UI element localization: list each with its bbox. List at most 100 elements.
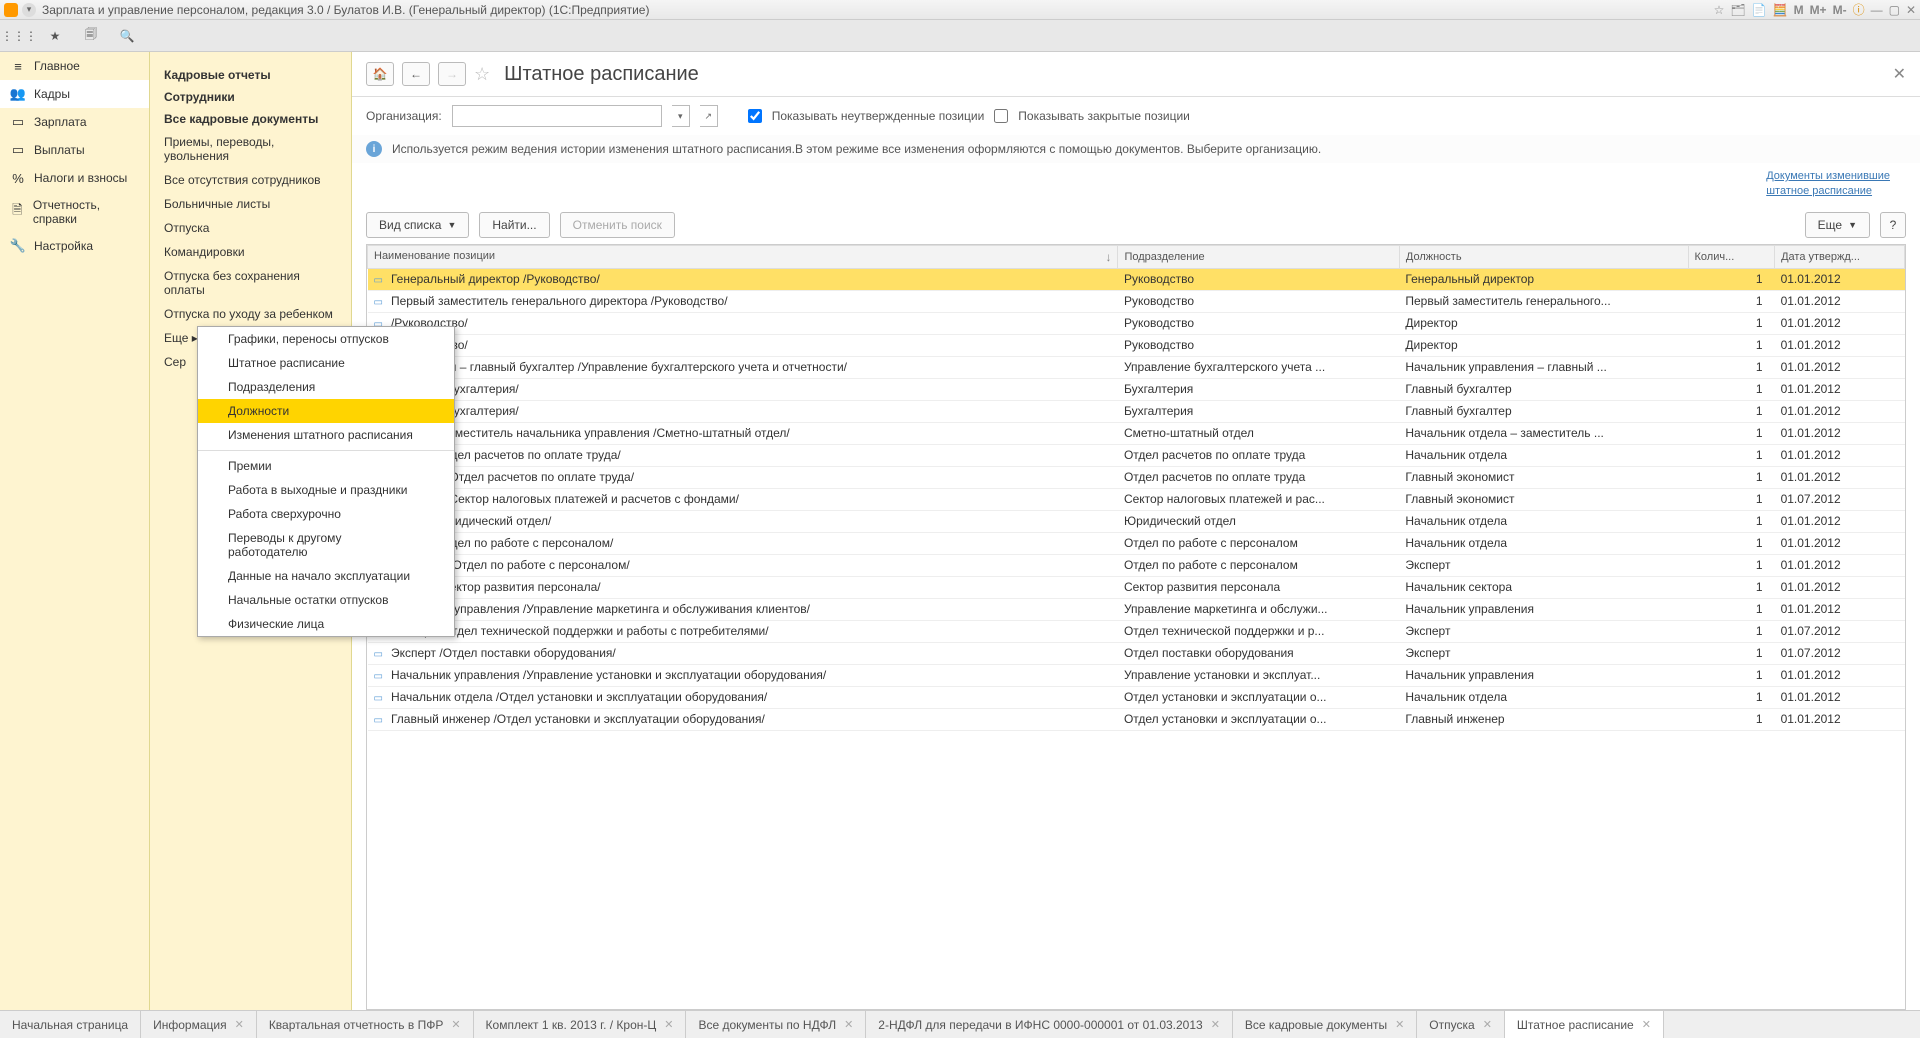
table-row[interactable]: ▭/Руководство/РуководствоДиректор101.01.… [368, 334, 1905, 356]
info-icon[interactable]: ⓘ [1853, 1, 1865, 18]
nav-item[interactable]: ≡Главное [0, 52, 149, 80]
menu-item[interactable]: Премии [198, 454, 454, 478]
menu-item[interactable]: Физические лица [198, 612, 454, 636]
tab[interactable]: Информация✕ [141, 1011, 257, 1038]
subnav-header[interactable]: Кадровые отчеты [150, 64, 351, 86]
tab[interactable]: Начальная страница [0, 1011, 141, 1038]
table-row[interactable]: ▭Главный инженер /Отдел установки и эксп… [368, 708, 1905, 730]
subnav-link[interactable]: Отпуска по уходу за ребенком [150, 302, 351, 326]
table-row[interactable]: ▭кономист /Отдел расчетов по оплате труд… [368, 466, 1905, 488]
column-header[interactable]: Колич... [1688, 245, 1775, 268]
maximize-icon[interactable]: ▢ [1889, 3, 1900, 17]
tab-close-icon[interactable]: ✕ [1642, 1018, 1651, 1031]
menu-item[interactable]: Начальные остатки отпусков [198, 588, 454, 612]
tab[interactable]: Все кадровые документы✕ [1233, 1011, 1417, 1038]
view-mode-button[interactable]: Вид списка▼ [366, 212, 469, 238]
data-grid[interactable]: Наименование позиции ↓ПодразделениеДолжн… [366, 244, 1906, 1010]
tab-close-icon[interactable]: ✕ [1483, 1018, 1492, 1031]
subnav-header[interactable]: Все кадровые документы [150, 108, 351, 130]
nav-item[interactable]: ▭Выплаты [0, 136, 149, 164]
table-row[interactable]: ▭ухгалтер /Бухгалтерия/БухгалтерияГлавны… [368, 378, 1905, 400]
subnav-link[interactable]: Больничные листы [150, 192, 351, 216]
cancel-search-button[interactable]: Отменить поиск [560, 212, 675, 238]
m-icon[interactable]: M [1794, 3, 1804, 17]
table-row[interactable]: ▭сектора /Сектор развития персонала/Сект… [368, 576, 1905, 598]
page-close-icon[interactable]: ✕ [1893, 64, 1906, 84]
subnav-link[interactable]: Все отсутствия сотрудников [150, 168, 351, 192]
table-row[interactable]: ▭отдела /Отдел по работе с персоналом/От… [368, 532, 1905, 554]
star-icon[interactable]: ★ [46, 27, 64, 45]
org-open-icon[interactable]: ↗ [700, 105, 718, 127]
find-button[interactable]: Найти... [479, 212, 549, 238]
m-minus-icon[interactable]: M- [1833, 3, 1847, 17]
column-header[interactable]: Наименование позиции ↓ [368, 245, 1118, 268]
tab[interactable]: Комплект 1 кв. 2013 г. / Крон-Ц✕ [474, 1011, 687, 1038]
titlebar-icon[interactable]: ☆ [1714, 3, 1725, 17]
menu-item[interactable]: Подразделения [198, 375, 454, 399]
table-row[interactable]: ▭Эксперт /Отдел технической поддержки и … [368, 620, 1905, 642]
table-row[interactable]: ▭Генеральный директор /Руководство/Руков… [368, 268, 1905, 290]
subnav-link[interactable]: Приемы, переводы, увольнения [150, 130, 351, 168]
menu-item[interactable]: Должности [198, 399, 454, 423]
tab-close-icon[interactable]: ✕ [1211, 1018, 1220, 1031]
menu-item[interactable]: Графики, переносы отпусков [198, 327, 454, 351]
back-button[interactable]: ← [402, 62, 430, 86]
table-row[interactable]: ▭управления – главный бухгалтер /Управле… [368, 356, 1905, 378]
table-row[interactable]: ▭ухгалтер /Бухгалтерия/БухгалтерияГлавны… [368, 400, 1905, 422]
forward-button[interactable]: → [438, 62, 466, 86]
documents-link[interactable]: Документы изменившие штатное расписание [1766, 169, 1890, 200]
tab-close-icon[interactable]: ✕ [451, 1018, 460, 1031]
column-header[interactable]: Подразделение [1118, 245, 1399, 268]
table-row[interactable]: ▭отдела /Юридический отдел/Юридический о… [368, 510, 1905, 532]
table-row[interactable]: ▭Эксперт /Отдел поставки оборудования/От… [368, 642, 1905, 664]
nav-item[interactable]: ▭Зарплата [0, 108, 149, 136]
org-dropdown-icon[interactable]: ▾ [672, 105, 690, 127]
table-row[interactable]: ▭Начальник управления /Управление маркет… [368, 598, 1905, 620]
help-button[interactable]: ? [1880, 212, 1906, 238]
subnav-link[interactable]: Отпуска [150, 216, 351, 240]
menu-item[interactable]: Переводы к другому работодателю [198, 526, 454, 564]
nav-item[interactable]: 👥Кадры [0, 80, 149, 108]
favorite-icon[interactable]: ☆ [474, 64, 490, 85]
nav-item[interactable]: 🗎Отчетность, справки [0, 192, 149, 232]
menu-icon[interactable]: ⋮⋮⋮ [10, 27, 28, 45]
tab-close-icon[interactable]: ✕ [664, 1018, 673, 1031]
menu-item[interactable]: Работа сверхурочно [198, 502, 454, 526]
tab[interactable]: Штатное расписание✕ [1505, 1011, 1664, 1038]
tab-close-icon[interactable]: ✕ [1395, 1018, 1404, 1031]
nav-item[interactable]: %Налоги и взносы [0, 164, 149, 192]
table-row[interactable]: ▭кономист /Сектор налоговых платежей и р… [368, 488, 1905, 510]
table-row[interactable]: ▭отдела – заместитель начальника управле… [368, 422, 1905, 444]
subnav-header[interactable]: Сотрудники [150, 86, 351, 108]
table-row[interactable]: ▭Первый заместитель генерального директо… [368, 290, 1905, 312]
home-button[interactable]: 🏠 [366, 62, 394, 86]
menu-item[interactable]: Данные на начало эксплуатации [198, 564, 454, 588]
tab-close-icon[interactable]: ✕ [844, 1018, 853, 1031]
subnav-link[interactable]: Командировки [150, 240, 351, 264]
table-row[interactable]: ▭Начальник управления /Управление устано… [368, 664, 1905, 686]
show-unapproved-checkbox[interactable] [748, 109, 762, 123]
titlebar-icon[interactable]: 🧮 [1773, 3, 1788, 17]
close-icon[interactable]: ✕ [1906, 3, 1916, 17]
table-row[interactable]: ▭категории /Отдел по работе с персоналом… [368, 554, 1905, 576]
search-icon[interactable]: 🔍 [118, 27, 136, 45]
tab-close-icon[interactable]: ✕ [235, 1018, 244, 1031]
titlebar-icon[interactable]: 📄 [1752, 3, 1767, 17]
titlebar-icon[interactable]: 🗂 [1730, 3, 1745, 17]
nav-item[interactable]: 🔧Настройка [0, 232, 149, 260]
tab[interactable]: 2-НДФЛ для передачи в ИФНС 0000-000001 о… [866, 1011, 1233, 1038]
table-row[interactable]: ▭отдела /Отдел расчетов по оплате труда/… [368, 444, 1905, 466]
menu-item[interactable]: Штатное расписание [198, 351, 454, 375]
minimize-icon[interactable]: — [1871, 3, 1883, 17]
clipboard-icon[interactable]: 🗐 [82, 27, 100, 45]
table-row[interactable]: ▭/Руководство/РуководствоДиректор101.01.… [368, 312, 1905, 334]
tab[interactable]: Квартальная отчетность в ПФР✕ [257, 1011, 474, 1038]
table-row[interactable]: ▭Начальник отдела /Отдел установки и экс… [368, 686, 1905, 708]
column-header[interactable]: Должность [1399, 245, 1688, 268]
show-closed-checkbox[interactable] [994, 109, 1008, 123]
tab[interactable]: Все документы по НДФЛ✕ [686, 1011, 866, 1038]
subnav-link[interactable]: Отпуска без сохранения оплаты [150, 264, 351, 302]
column-header[interactable]: Дата утвержд... [1775, 245, 1905, 268]
dropdown-icon[interactable]: ▾ [22, 3, 36, 17]
menu-item[interactable]: Работа в выходные и праздники [198, 478, 454, 502]
